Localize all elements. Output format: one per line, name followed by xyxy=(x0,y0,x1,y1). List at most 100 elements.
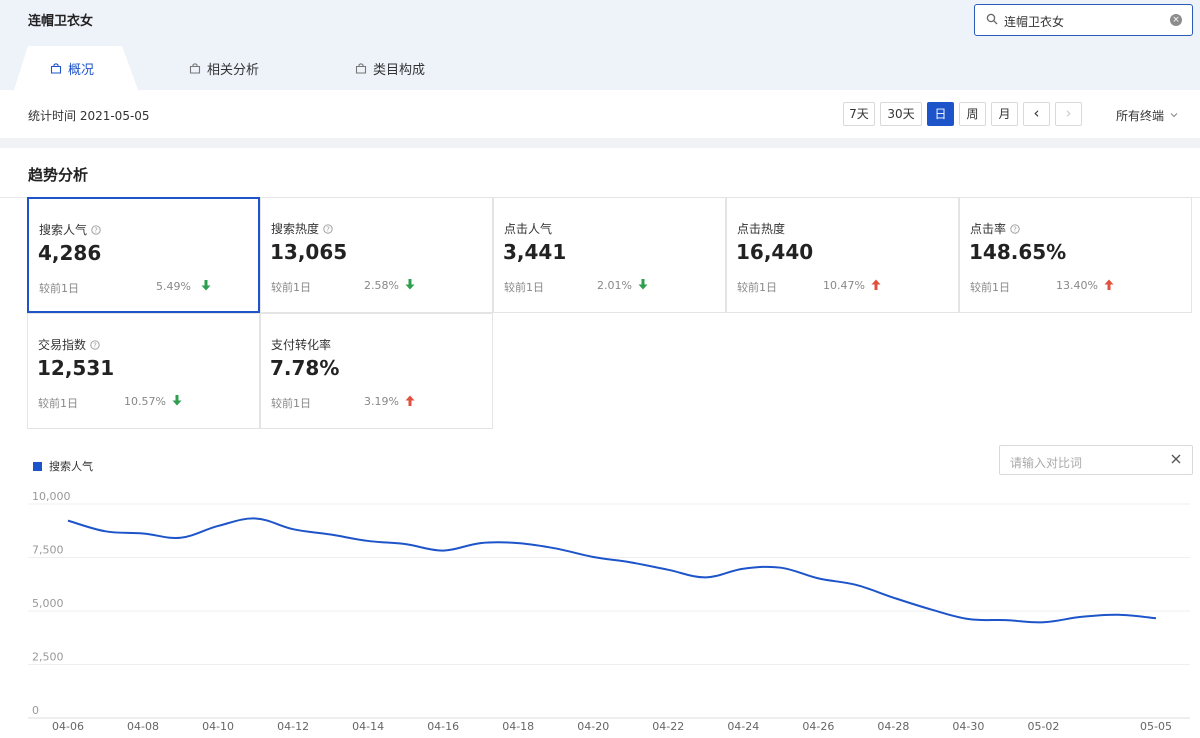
data-point[interactable] xyxy=(1153,615,1159,621)
data-point[interactable] xyxy=(1040,619,1046,625)
arrow-down-icon xyxy=(405,279,415,290)
metric-card-search-popularity[interactable]: 搜索人气 ? 4,286 较前1日 5.49% xyxy=(27,197,260,313)
metric-card-click-rate[interactable]: 点击率 ? 148.65% 较前1日 13.40% xyxy=(959,197,1192,313)
metric-value: 4,286 xyxy=(38,241,102,265)
search-box[interactable]: 连帽卫衣女 × xyxy=(974,4,1193,36)
metric-label: 搜索热度 xyxy=(271,222,320,236)
data-point[interactable] xyxy=(478,540,484,546)
metric-card-pay-conversion[interactable]: 支付转化率 7.78% 较前1日 3.19% xyxy=(260,313,493,429)
arrow-up-icon xyxy=(405,395,415,406)
metric-label: 点击率 xyxy=(970,222,1007,236)
help-icon[interactable]: ? xyxy=(91,224,101,235)
data-point[interactable] xyxy=(853,582,859,588)
range-week-button[interactable]: 周 xyxy=(959,102,986,126)
metric-card-trade-index[interactable]: 交易指数 ? 12,531 较前1日 10.57% xyxy=(27,313,260,429)
data-point[interactable] xyxy=(1078,614,1084,620)
data-point[interactable] xyxy=(215,523,221,529)
metric-compare: 较前1日 xyxy=(39,282,79,295)
data-point[interactable] xyxy=(590,554,596,560)
data-point[interactable] xyxy=(815,575,821,581)
tab-overview[interactable]: 概况 xyxy=(50,46,94,90)
help-icon[interactable]: ? xyxy=(1010,223,1020,234)
x-tick-label: 05-02 xyxy=(1027,720,1059,733)
y-tick-label: 5,000 xyxy=(32,597,64,610)
range-30d-button[interactable]: 30天 xyxy=(880,102,922,126)
metric-compare: 较前1日 xyxy=(737,281,777,294)
series-line[interactable] xyxy=(67,517,1157,624)
trend-chart: 10,000 7,500 5,000 2,500 0 04-06 04-08 04-10 04-… xyxy=(28,490,1190,733)
data-point[interactable] xyxy=(1003,617,1009,623)
device-select[interactable]: 所有终端 xyxy=(1116,107,1178,124)
range-7d-button[interactable]: 7天 xyxy=(843,102,875,126)
metric-label: 点击热度 xyxy=(737,222,786,236)
data-point[interactable] xyxy=(403,541,409,547)
data-point[interactable] xyxy=(628,559,634,565)
data-point[interactable] xyxy=(965,616,971,622)
data-point[interactable] xyxy=(890,595,896,601)
metric-value: 148.65% xyxy=(969,240,1067,264)
data-point[interactable] xyxy=(515,540,521,546)
tab-category-composition[interactable]: 类目构成 xyxy=(355,46,425,90)
x-tick-label: 04-12 xyxy=(277,720,309,733)
data-point[interactable] xyxy=(665,567,671,573)
chart-legend[interactable]: 搜索人气 xyxy=(33,458,93,474)
metric-change: 2.01% xyxy=(597,279,632,292)
metric-change: 5.49% xyxy=(156,280,191,293)
metric-label-row: 搜索热度 ? xyxy=(271,220,333,237)
data-point[interactable] xyxy=(365,538,371,544)
metric-card-search-heat[interactable]: 搜索热度 ? 13,065 较前1日 2.58% xyxy=(260,197,493,313)
data-point[interactable] xyxy=(1115,612,1121,618)
x-tick-label: 04-26 xyxy=(802,720,834,733)
range-month-button[interactable]: 月 xyxy=(991,102,1018,126)
metric-value: 13,065 xyxy=(270,240,348,264)
bag-icon xyxy=(355,63,367,74)
x-tick-label: 04-10 xyxy=(202,720,234,733)
arrow-down-icon xyxy=(172,395,182,406)
metric-compare: 较前1日 xyxy=(271,281,311,294)
metric-card-click-popularity[interactable]: 点击人气 3,441 较前1日 2.01% xyxy=(493,197,726,313)
metric-value: 7.78% xyxy=(270,356,340,380)
data-point[interactable] xyxy=(778,565,784,571)
tab-label: 概况 xyxy=(68,62,95,78)
compare-placeholder: 请输入对比词 xyxy=(1010,456,1083,470)
data-point[interactable] xyxy=(553,545,559,551)
close-icon[interactable] xyxy=(1170,453,1182,465)
data-point[interactable] xyxy=(253,515,259,521)
arrow-down-icon xyxy=(201,280,211,291)
tab-label: 相关分析 xyxy=(207,62,260,78)
x-tick-label: 04-20 xyxy=(577,720,609,733)
metric-change: 13.40% xyxy=(1056,279,1098,292)
next-button[interactable]: › xyxy=(1055,102,1082,126)
y-tick-label: 10,000 xyxy=(32,490,71,503)
data-point[interactable] xyxy=(703,574,709,580)
tab-related-analysis[interactable]: 相关分析 xyxy=(189,46,259,90)
data-point[interactable] xyxy=(65,518,71,524)
metric-label-row: 交易指数 ? xyxy=(38,336,100,353)
search-input[interactable]: 连帽卫衣女 xyxy=(1004,13,1064,30)
prev-button[interactable]: ‹ xyxy=(1023,102,1050,126)
data-point[interactable] xyxy=(178,535,184,541)
x-tick-label: 05-05 xyxy=(1140,720,1172,733)
clear-icon[interactable]: × xyxy=(1170,14,1182,26)
range-day-button[interactable]: 日 xyxy=(927,102,954,126)
search-icon xyxy=(986,13,998,25)
metric-label: 点击人气 xyxy=(504,222,553,236)
page-title: 连帽卫衣女 xyxy=(28,14,94,29)
data-point[interactable] xyxy=(290,526,296,532)
help-icon[interactable]: ? xyxy=(323,223,333,234)
data-point[interactable] xyxy=(440,548,446,554)
x-tick-label: 04-28 xyxy=(877,720,909,733)
metric-card-click-heat[interactable]: 点击热度 16,440 较前1日 10.47% xyxy=(726,197,959,313)
help-icon[interactable]: ? xyxy=(90,339,100,350)
data-point[interactable] xyxy=(140,530,146,536)
x-tick-label: 04-30 xyxy=(952,720,984,733)
x-tick-label: 04-22 xyxy=(652,720,684,733)
data-point[interactable] xyxy=(103,528,109,534)
data-point[interactable] xyxy=(740,566,746,572)
y-tick-label: 7,500 xyxy=(32,544,64,557)
bag-icon xyxy=(189,63,201,74)
data-point[interactable] xyxy=(328,532,334,538)
compare-input[interactable]: 请输入对比词 xyxy=(999,445,1193,475)
data-point[interactable] xyxy=(928,606,934,612)
metric-label: 交易指数 xyxy=(38,338,87,352)
